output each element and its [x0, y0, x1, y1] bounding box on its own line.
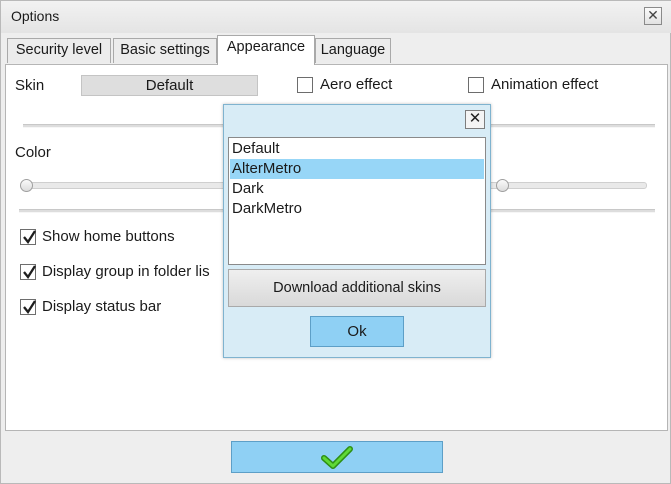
tab-appearance[interactable]: Appearance [217, 35, 315, 65]
options-window: Options ✕ Security level Basic settings … [0, 0, 671, 484]
confirm-button[interactable] [231, 441, 443, 473]
color-slider-handle-left[interactable] [20, 179, 33, 192]
ok-button[interactable]: Ok [310, 316, 404, 347]
tab-label: Language [320, 42, 386, 58]
aero-effect-checkbox[interactable] [297, 77, 313, 93]
animation-effect-checkbox[interactable] [468, 77, 484, 93]
animation-effect-label: Animation effect [491, 76, 599, 93]
checkmark-icon [321, 446, 353, 469]
checkmark-icon [23, 230, 36, 244]
skin-list-item[interactable]: Default [230, 139, 484, 159]
tab-language[interactable]: Language [315, 38, 391, 63]
tab-label: Basic settings [120, 42, 210, 58]
display-group-label: Display group in folder lis [42, 263, 210, 280]
skin-label: Skin [15, 77, 45, 94]
dialog-close-button[interactable]: ✕ [465, 110, 485, 129]
window-title: Options [11, 8, 60, 24]
checkmark-icon [23, 300, 36, 314]
close-icon: ✕ [468, 110, 482, 127]
show-home-buttons-label: Show home buttons [42, 228, 175, 245]
tab-basic-settings[interactable]: Basic settings [113, 38, 217, 63]
skin-list-item[interactable]: Dark [230, 179, 484, 199]
aero-effect-label: Aero effect [320, 76, 393, 93]
skin-select-button[interactable]: Default [81, 75, 258, 96]
display-status-bar-label: Display status bar [42, 298, 162, 315]
skin-dialog: ✕ Default AlterMetro Dark DarkMetro Down… [223, 104, 491, 358]
tab-label: Security level [15, 42, 103, 58]
color-label: Color [15, 144, 51, 161]
tab-security-level[interactable]: Security level [7, 38, 111, 63]
color-slider-handle-right[interactable] [496, 179, 509, 192]
download-skins-button[interactable]: Download additional skins [228, 269, 486, 307]
title-bar: Options ✕ [1, 1, 671, 33]
show-home-buttons-checkbox[interactable] [20, 229, 36, 245]
checkmark-icon [23, 265, 36, 279]
display-group-checkbox[interactable] [20, 264, 36, 280]
skin-list[interactable]: Default AlterMetro Dark DarkMetro [228, 137, 486, 265]
skin-list-item[interactable]: DarkMetro [230, 199, 484, 219]
close-icon: ✕ [647, 7, 659, 23]
window-close-button[interactable]: ✕ [644, 7, 662, 25]
tab-label: Appearance [226, 39, 306, 55]
display-status-bar-checkbox[interactable] [20, 299, 36, 315]
skin-list-item-selected[interactable]: AlterMetro [230, 159, 484, 179]
